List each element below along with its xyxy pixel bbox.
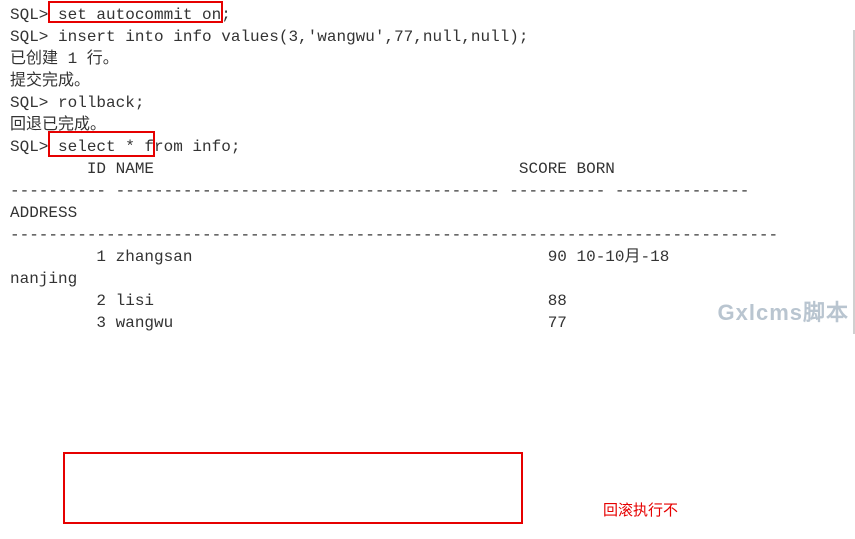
highlight-set-autocommit: [48, 1, 223, 23]
table-address-header: ADDRESS: [10, 202, 855, 224]
watermark: Gxlcms脚本: [718, 302, 850, 324]
msg-commit-done: 提交完成。: [10, 70, 855, 92]
table-row: 1 zhangsan 90 10-10月-18: [10, 246, 855, 268]
sql-prompt: SQL>: [10, 28, 58, 46]
sql-prompt: SQL>: [10, 94, 58, 112]
table-separator: ----------------------------------------…: [10, 224, 855, 246]
annotation-rollback: 回滚执行不: [603, 500, 678, 522]
msg-created: 已创建 1 行。: [10, 48, 855, 70]
terminal-output: { "lines": { "l1_prompt": "SQL> ", "l1_c…: [0, 0, 855, 334]
line-insert: SQL> insert into info values(3,'wangwu',…: [10, 26, 855, 48]
highlight-rollback: [48, 131, 155, 157]
cmd-insert: insert into info values(3,'wangwu',77,nu…: [58, 28, 528, 46]
line-rollback: SQL> rollback;: [10, 92, 855, 114]
table-row: nanjing: [10, 268, 855, 290]
cmd-rollback: rollback;: [58, 94, 144, 112]
table-header: ID NAME SCORE BORN: [10, 158, 855, 180]
table-separator: ---------- -----------------------------…: [10, 180, 855, 202]
highlight-row-wangwu: [63, 452, 523, 524]
